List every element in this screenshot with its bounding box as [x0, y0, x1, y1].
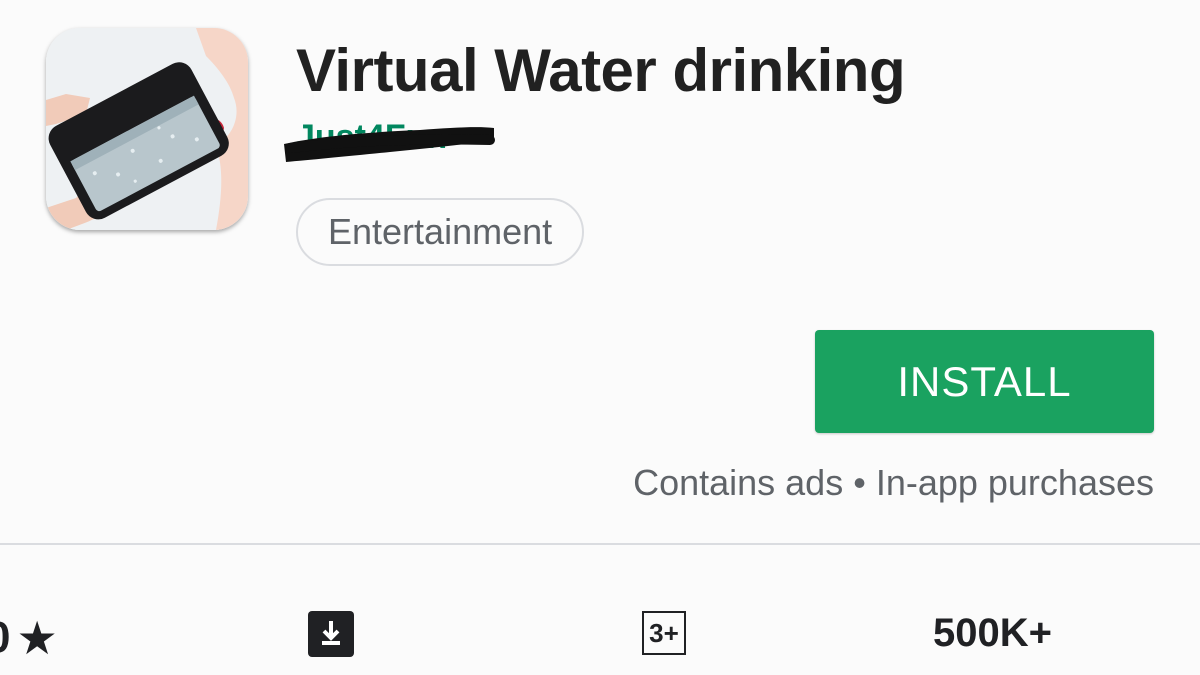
download-size-stat[interactable] — [308, 611, 354, 657]
star-icon: ★ — [16, 612, 58, 664]
app-title: Virtual Water drinking — [296, 37, 906, 104]
developer-link[interactable]: Just4Fun — [296, 118, 447, 157]
content-rating-stat[interactable]: 3+ — [642, 611, 686, 655]
installs-stat: 500K+ — [933, 611, 1052, 655]
ads-purchases-note: Contains ads • In-app purchases — [633, 462, 1154, 503]
water-drinking-phone-icon — [46, 28, 248, 230]
rating-value: 0 — [0, 613, 10, 663]
app-icon — [46, 28, 248, 230]
stats-row: 0 ★ 3+ 500K+ — [0, 545, 1200, 675]
download-icon — [308, 611, 354, 657]
rating-stat[interactable]: 0 ★ — [0, 611, 58, 665]
age-rating-badge: 3+ — [642, 611, 686, 655]
install-button[interactable]: INSTALL — [815, 330, 1154, 433]
category-chip[interactable]: Entertainment — [296, 198, 585, 266]
